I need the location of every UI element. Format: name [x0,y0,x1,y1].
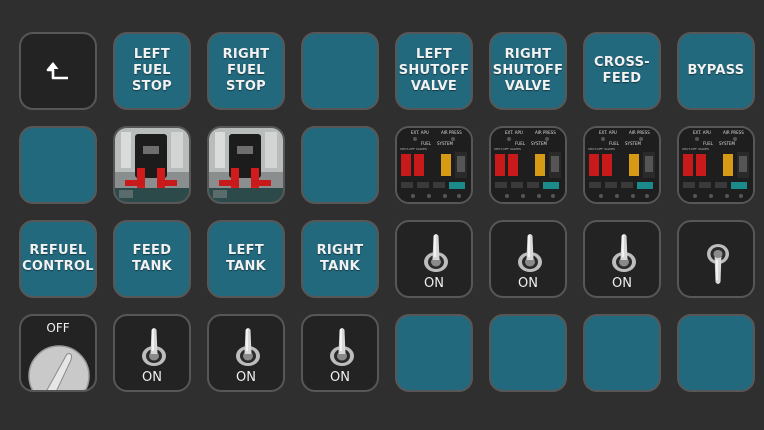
panel-fuel-label: FUEL [609,141,620,146]
left-fuel-stop-label: LEFT FUEL STOP [131,47,172,94]
panel-fuel-label: FUEL [421,141,432,146]
toggle-switch-r3c6[interactable]: ON [489,220,567,298]
panel-header-right: AIR PRESS [723,130,744,135]
panel-valve-text: SHUT-OFF VALVES [494,147,521,151]
right-tank-label: RIGHT TANK [316,243,364,274]
bypass-label: BYPASS [687,63,745,78]
toggle-switch-up-icon [142,328,166,366]
blank-key-r2c1[interactable] [19,126,97,204]
panel-fuel-label: FUEL [703,141,714,146]
panel-header-left: EXT. APU [693,130,711,135]
toggle-switch-up-icon [424,234,448,272]
blank-key-r4c7[interactable] [583,314,661,392]
left-fuel-stop-lever-key[interactable] [113,126,191,204]
panel-header-right: AIR PRESS [535,130,556,135]
panel-system-label: SYSTEM [719,141,735,146]
fuel-system-panel-image: EXT. APU AIR PRESS FUEL SYSTEM SHUT-OFF … [585,128,659,202]
panel-valve-text: SHUT-OFF VALVES [588,147,615,151]
toggle-switch-up-icon [518,234,542,272]
right-fuel-stop-lever-key[interactable] [207,126,285,204]
fuel-system-panel-image: EXT. APU AIR PRESS FUEL SYSTEM SHUT-OFF … [491,128,565,202]
fuel-system-panel-image: EXT. APU AIR PRESS FUEL SYSTEM SHUT-OFF … [397,128,471,202]
toggle-switch-up-icon [612,234,636,272]
fuel-system-panel-image: EXT. APU AIR PRESS FUEL SYSTEM SHUT-OFF … [679,128,753,202]
blank-key-r4c5[interactable] [395,314,473,392]
back-button[interactable] [19,32,97,110]
fuel-panel-key-bypass[interactable]: EXT. APU AIR PRESS FUEL SYSTEM SHUT-OFF … [677,126,755,204]
back-arrow-icon [46,62,68,80]
toggle-switch-r3c8[interactable] [677,220,755,298]
toggle-switch-r4c2[interactable]: ON [113,314,191,392]
right-tank-button[interactable]: RIGHT TANK [301,220,379,298]
left-fuel-stop-button[interactable]: LEFT FUEL STOP [113,32,191,110]
toggle-switch-r3c7[interactable]: ON [583,220,661,298]
right-shutoff-valve-button[interactable]: RIGHT SHUTOFF VALVE [489,32,567,110]
refuel-control-button[interactable]: REFUEL CONTROL [19,220,97,298]
refuel-control-label: REFUEL CONTROL [22,243,94,274]
stream-deck-grid: LEFT FUEL STOP RIGHT FUEL STOP LEFT SHUT… [19,32,755,392]
rotary-knob-key[interactable]: OFF [19,314,97,392]
switch-state-label: ON [518,276,538,291]
panel-header-left: EXT. APU [505,130,523,135]
toggle-switch-up-icon [330,328,354,366]
fuel-stop-lever-image [115,128,189,202]
left-tank-button[interactable]: LEFT TANK [207,220,285,298]
right-shutoff-valve-label: RIGHT SHUTOFF VALVE [492,47,564,94]
panel-system-label: SYSTEM [437,141,453,146]
switch-state-label: ON [142,370,162,385]
crossfeed-label: CROSS- FEED [594,55,650,86]
blank-key-r4c8[interactable] [677,314,755,392]
fuel-stop-lever-image [209,128,283,202]
panel-header-left: EXT. APU [411,130,429,135]
feed-tank-button[interactable]: FEED TANK [113,220,191,298]
toggle-switch-r3c5[interactable]: ON [395,220,473,298]
bypass-button[interactable]: BYPASS [677,32,755,110]
blank-key-r4c6[interactable] [489,314,567,392]
left-shutoff-valve-button[interactable]: LEFT SHUTOFF VALVE [395,32,473,110]
blank-key-r2c4[interactable] [301,126,379,204]
panel-header-right: AIR PRESS [629,130,650,135]
toggle-switch-r4c4[interactable]: ON [301,314,379,392]
panel-system-label: SYSTEM [625,141,641,146]
switch-state-label: ON [612,276,632,291]
switch-state-label: ON [424,276,444,291]
blank-key-r1c4[interactable] [301,32,379,110]
left-tank-label: LEFT TANK [225,243,267,274]
panel-valve-text: SHUT-OFF VALVES [400,147,427,151]
crossfeed-button[interactable]: CROSS- FEED [583,32,661,110]
switch-state-label: ON [236,370,256,385]
toggle-switch-r4c3[interactable]: ON [207,314,285,392]
right-fuel-stop-button[interactable]: RIGHT FUEL STOP [207,32,285,110]
feed-tank-label: FEED TANK [131,243,173,274]
panel-header-left: EXT. APU [599,130,617,135]
fuel-panel-key-crossfeed[interactable]: EXT. APU AIR PRESS FUEL SYSTEM SHUT-OFF … [583,126,661,204]
switch-state-label: ON [330,370,350,385]
fuel-panel-key-right-valve[interactable]: EXT. APU AIR PRESS FUEL SYSTEM SHUT-OFF … [489,126,567,204]
panel-header-right: AIR PRESS [441,130,462,135]
right-fuel-stop-label: RIGHT FUEL STOP [222,47,270,94]
panel-fuel-label: FUEL [515,141,526,146]
panel-system-label: SYSTEM [531,141,547,146]
panel-valve-text: SHUT-OFF VALVES [682,147,709,151]
toggle-switch-down-icon [707,244,729,284]
fuel-panel-key-left-valve[interactable]: EXT. APU AIR PRESS FUEL SYSTEM SHUT-OFF … [395,126,473,204]
toggle-switch-up-icon [236,328,260,366]
left-shutoff-valve-label: LEFT SHUTOFF VALVE [398,47,470,94]
rotary-knob-icon [28,345,90,390]
